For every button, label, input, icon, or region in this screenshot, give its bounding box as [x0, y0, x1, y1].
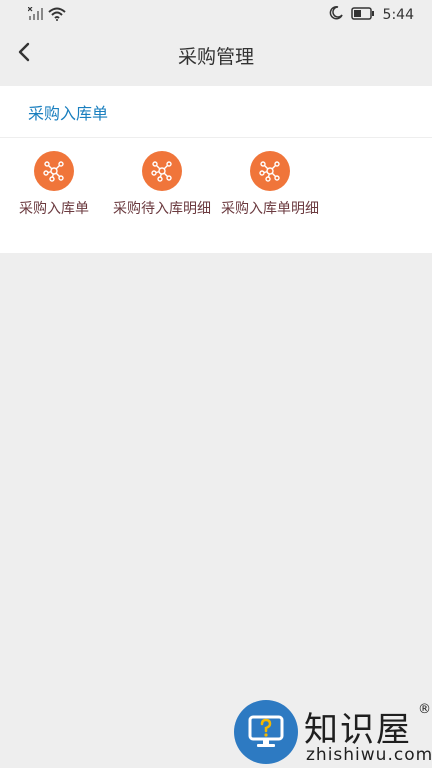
network-icon	[142, 151, 182, 191]
monitor-question-icon	[234, 700, 298, 764]
network-icon	[34, 151, 74, 191]
network-icon	[250, 151, 290, 191]
menu-item-receipt-detail[interactable]: 采购入库单明细	[216, 151, 324, 222]
section-title: 采购入库单	[28, 103, 109, 123]
menu-item-purchase-receipt[interactable]: 采购入库单	[0, 151, 108, 222]
watermark-logo: 知识屋 ® zhishiwu.com	[232, 698, 432, 768]
status-right: 5:44	[329, 6, 414, 24]
status-bar: 5:44	[0, 0, 432, 30]
watermark-url: zhishiwu.com	[306, 745, 432, 765]
section-card: 采购入库单 采购入库单 采购待入库明细 采购入库单明细	[0, 86, 432, 253]
battery-icon	[350, 6, 375, 24]
page-title: 采购管理	[177, 46, 254, 68]
status-time: 5:44	[382, 7, 414, 23]
watermark-registered: ®	[418, 702, 431, 717]
app-bar: 采购管理	[0, 30, 432, 78]
wifi-icon	[48, 6, 66, 25]
status-left	[27, 6, 66, 25]
watermark-name: 知识屋	[304, 710, 412, 750]
signal-icon	[27, 6, 44, 25]
menu-item-label: 采购待入库明细	[113, 201, 211, 217]
menu-grid: 采购入库单 采购待入库明细 采购入库单明细	[0, 138, 432, 222]
menu-item-label: 采购入库单明细	[221, 201, 319, 217]
moon-icon	[329, 6, 343, 24]
menu-item-label: 采购入库单	[19, 201, 89, 217]
section-header: 采购入库单	[0, 86, 432, 138]
menu-item-pending-receipt-detail[interactable]: 采购待入库明细	[108, 151, 216, 222]
